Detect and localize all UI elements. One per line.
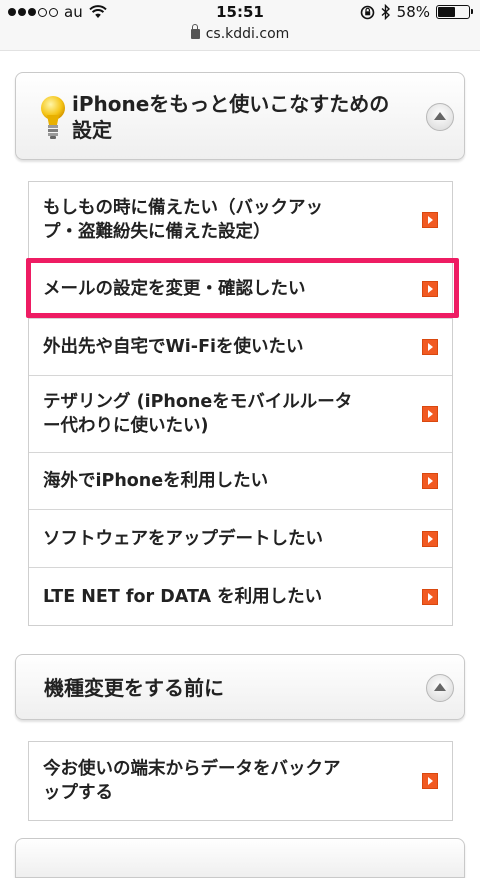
list-item[interactable]: LTE NET for DATA を利用したい	[29, 568, 452, 625]
section-title: 機種変更をする前に	[44, 676, 224, 700]
arrow-right-icon	[422, 280, 438, 297]
list-item[interactable]: ソフトウェアをアップデートしたい	[29, 510, 452, 568]
list-item[interactable]: テザリング (iPhoneをモバイルルータ ー代わりに使いたい)	[29, 376, 452, 453]
section-header-next[interactable]	[15, 838, 465, 878]
backup-menu-list: 今お使いの端末からデータをバックア ップする	[28, 741, 453, 821]
arrow-right-icon	[422, 339, 438, 355]
list-item[interactable]: メールの設定を変更・確認したい	[29, 259, 452, 319]
arrow-right-icon	[422, 212, 438, 228]
arrow-right-icon	[422, 530, 438, 547]
section-header-iphone-settings[interactable]: iPhoneをもっと使いこなすための 設定	[15, 72, 465, 160]
list-item[interactable]: 今お使いの端末からデータをバックア ップする	[29, 742, 452, 820]
collapse-up-icon[interactable]	[426, 674, 454, 702]
orientation-lock-icon	[360, 5, 374, 19]
status-bar: au 15:51 58% cs.kddi.com	[0, 0, 480, 51]
url-text: cs.kddi.com	[205, 26, 290, 42]
list-item[interactable]: 外出先や自宅でWi-Fiを使いたい	[29, 319, 452, 376]
section-header-before-model-change[interactable]: 機種変更をする前に	[15, 654, 465, 720]
battery-percent: 58%	[396, 3, 430, 21]
lightbulb-icon	[41, 96, 65, 139]
lock-icon	[190, 24, 200, 39]
battery-icon	[436, 5, 473, 19]
settings-menu-list: もしもの時に備えたい（バックアッ プ・盗難紛失に備えた設定） メールの設定を変更・…	[28, 181, 453, 626]
list-item[interactable]: 海外でiPhoneを利用したい	[29, 453, 452, 510]
arrow-right-icon	[422, 773, 438, 789]
arrow-right-icon	[422, 588, 438, 605]
arrow-right-icon	[422, 406, 438, 422]
collapse-up-icon[interactable]	[426, 103, 454, 131]
bluetooth-icon	[381, 4, 390, 20]
list-item[interactable]: もしもの時に備えたい（バックアッ プ・盗難紛失に備えた設定）	[29, 182, 452, 259]
section-title: iPhoneをもっと使いこなすための 設定	[72, 92, 390, 142]
arrow-right-icon	[422, 473, 438, 489]
url-bar[interactable]: cs.kddi.com	[0, 24, 480, 42]
